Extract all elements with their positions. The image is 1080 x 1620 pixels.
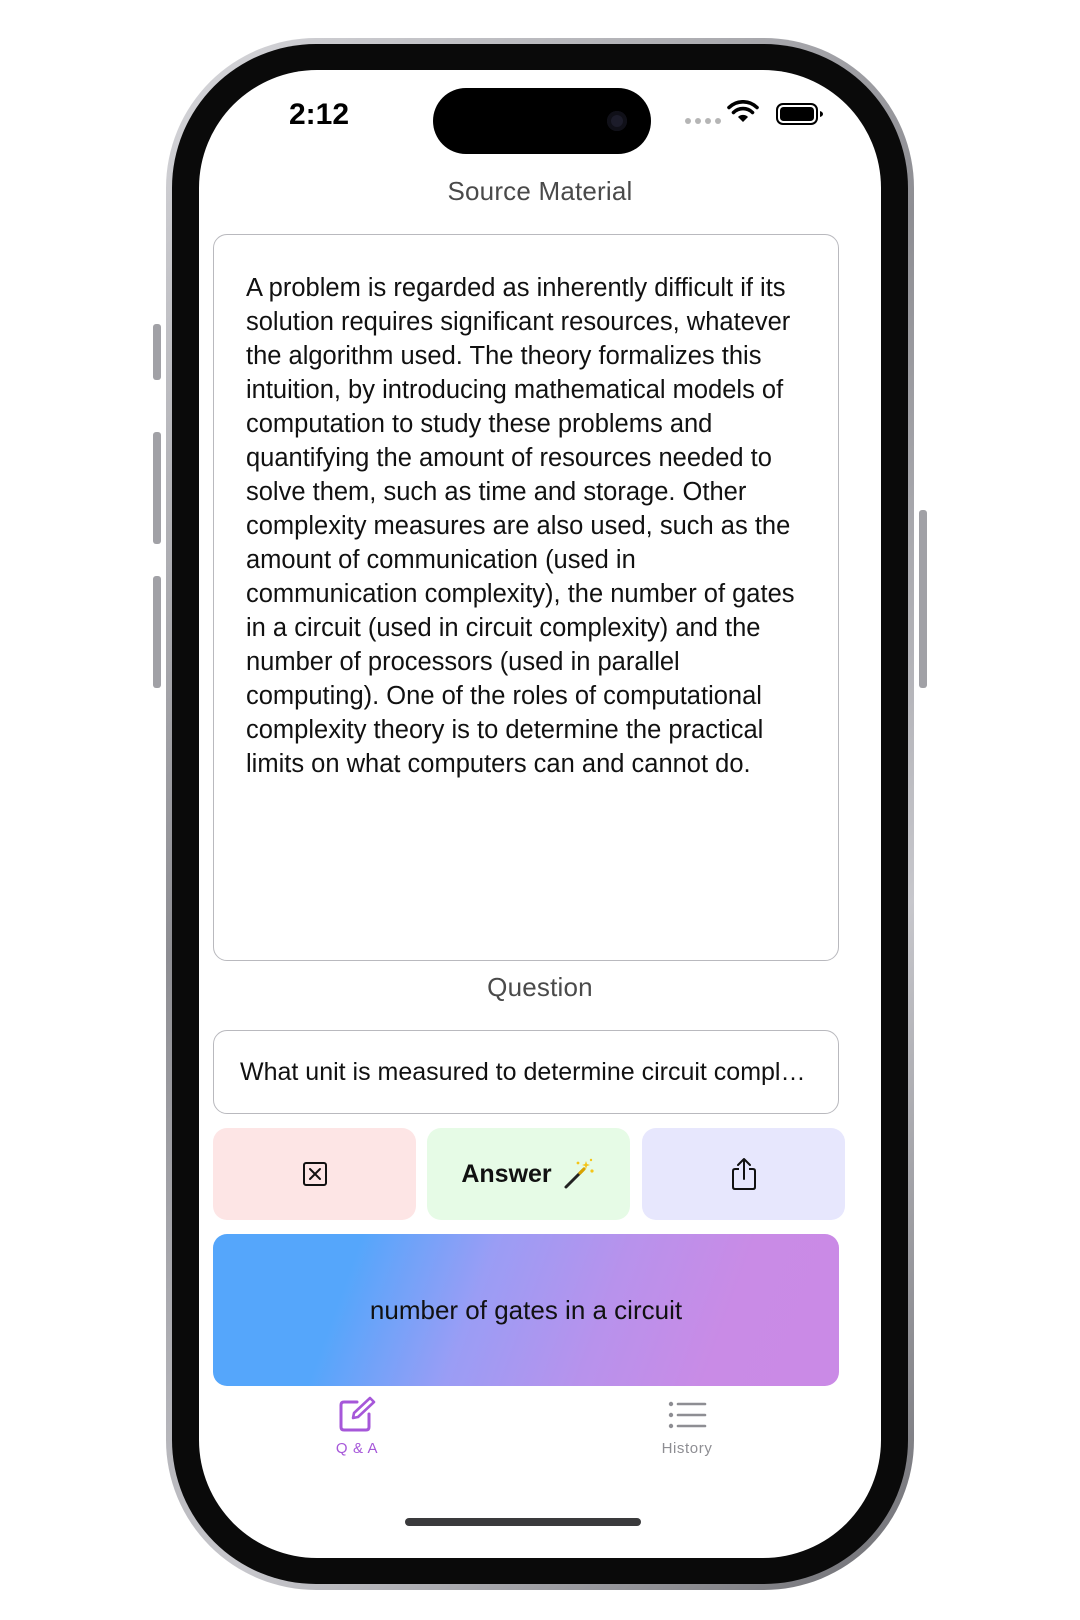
tab-qa[interactable]: Q & A (297, 1396, 417, 1457)
app-screen: 2:12 Source Material A problem is regard… (199, 70, 881, 1558)
answer-result-text: number of gates in a circuit (369, 1294, 683, 1325)
answer-button[interactable]: Answer (427, 1128, 630, 1220)
device-stage: 2:12 Source Material A problem is regard… (0, 0, 1080, 1620)
wifi-icon (727, 100, 759, 122)
volume-up-button (153, 432, 161, 544)
share-button[interactable] (642, 1128, 845, 1220)
list-icon (668, 1401, 707, 1429)
question-label: Question (487, 972, 593, 1002)
tab-history[interactable]: History (627, 1396, 747, 1457)
share-icon (731, 1158, 756, 1190)
dynamic-island (433, 88, 651, 154)
magic-wand-icon (564, 1158, 594, 1189)
answer-result: number of gates in a circuit (213, 1234, 839, 1386)
volume-down-button (153, 576, 161, 688)
question-input[interactable]: What unit is measured to determine circu… (213, 1030, 839, 1114)
cellular-signal-icon (685, 118, 721, 124)
tab-history-label: History (661, 1440, 713, 1457)
power-button (919, 510, 927, 688)
clear-button[interactable] (213, 1128, 416, 1220)
status-time: 2:12 (289, 98, 350, 131)
tab-qa-label: Q & A (335, 1440, 379, 1457)
battery-icon (776, 103, 823, 125)
home-indicator[interactable] (405, 1518, 641, 1526)
source-material-textarea[interactable]: A problem is regarded as inherently diff… (213, 234, 839, 961)
camera-icon (607, 111, 627, 131)
source-material-label: Source Material (447, 176, 633, 206)
mute-switch (153, 324, 161, 380)
answer-button-label: Answer (461, 1159, 552, 1188)
compose-icon (339, 1396, 376, 1432)
clear-square-icon (302, 1162, 327, 1186)
